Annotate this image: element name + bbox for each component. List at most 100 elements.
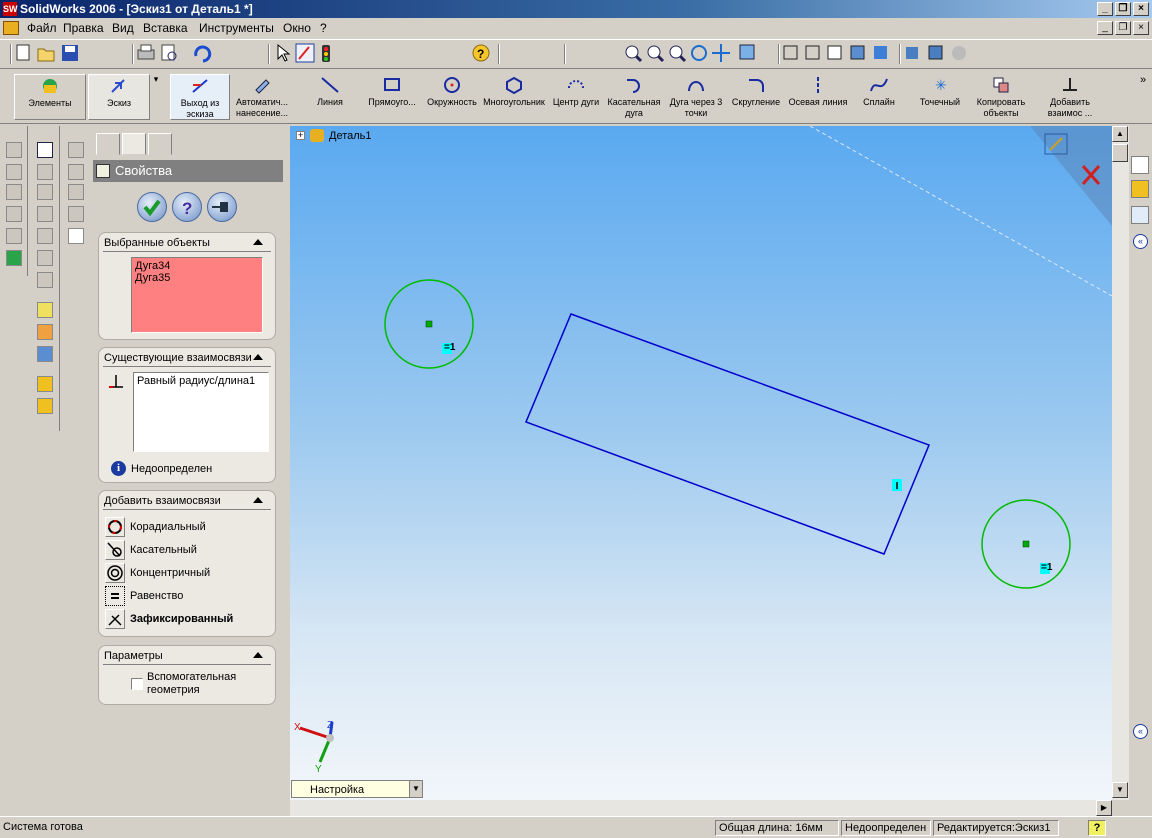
quick-tips-icon[interactable]: ? [1088, 820, 1106, 836]
menu-view[interactable]: Вид [112, 21, 134, 35]
doc-minimize-button[interactable]: _ [1097, 21, 1113, 35]
left-view-icon[interactable] [37, 206, 53, 222]
property-manager-tab[interactable] [122, 133, 146, 155]
sketch-edit-icon[interactable] [295, 43, 315, 63]
toolbar-overflow-icon[interactable]: » [1140, 74, 1146, 86]
extrude-icon[interactable] [6, 142, 22, 158]
auto-dimension-button[interactable]: Автоматич... нанесение... [230, 74, 294, 120]
tree-root-label[interactable]: Деталь1 [329, 130, 372, 142]
mate-reference-icon[interactable] [68, 228, 84, 244]
collapse-arrow-icon[interactable] [253, 497, 263, 503]
circle-button[interactable]: Окружность [420, 74, 484, 120]
chevron-down-icon[interactable]: ▼ [409, 781, 422, 797]
list-item[interactable]: Дуга35 [135, 272, 259, 284]
file-explorer-icon[interactable] [1131, 206, 1149, 224]
list-item[interactable]: Равный радиус/длина1 [137, 375, 265, 387]
zoom-in-out-icon[interactable] [669, 45, 687, 63]
expand-tree-icon[interactable]: + [296, 131, 305, 140]
home-icon[interactable] [1131, 156, 1149, 174]
collapse-arrow-icon[interactable] [253, 652, 263, 658]
layer-icon[interactable] [37, 376, 53, 392]
pan-icon[interactable] [712, 44, 730, 62]
menu-edit[interactable]: Правка [63, 21, 104, 35]
right-view-icon[interactable] [37, 228, 53, 244]
configuration-manager-tab[interactable] [148, 133, 172, 155]
revolve-icon[interactable] [6, 164, 22, 180]
scroll-thumb[interactable] [1112, 144, 1128, 162]
dimension-icon[interactable] [37, 324, 53, 340]
cube-view-icon[interactable] [37, 142, 53, 158]
polygon-button[interactable]: Многоугольник [482, 74, 546, 120]
fillet-button[interactable]: Скругление [724, 74, 788, 120]
wireframe-icon[interactable] [783, 45, 798, 60]
sketch-plane-icon[interactable] [37, 302, 53, 318]
scroll-right-button[interactable]: ▶ [1096, 800, 1112, 816]
minimize-button[interactable]: _ [1097, 2, 1113, 16]
zoom-fit-icon[interactable] [625, 45, 643, 63]
menu-tools[interactable]: Инструменты [199, 21, 274, 35]
sketch-tab[interactable]: Эскиз [88, 74, 150, 120]
collapse-pane-icon[interactable]: « [1133, 234, 1148, 249]
document-icon[interactable] [3, 21, 19, 35]
shaded-edges-icon[interactable] [850, 45, 865, 60]
exit-sketch-button[interactable]: Выход из эскиза [170, 74, 230, 120]
configuration-select[interactable]: Настройка ▼ [291, 780, 423, 798]
construction-checkbox[interactable] [131, 678, 143, 690]
help-icon[interactable]: ? [472, 44, 490, 62]
rotate-icon[interactable] [691, 45, 707, 61]
three-point-arc-button[interactable]: Дуга через 3 точки [664, 74, 728, 120]
scroll-down-button[interactable]: ▼ [1112, 782, 1128, 798]
loft-icon[interactable] [6, 206, 22, 222]
back-view-icon[interactable] [37, 184, 53, 200]
features-tab[interactable]: Элементы [14, 74, 86, 120]
save-icon[interactable] [62, 45, 78, 61]
graphics-area[interactable]: =1 =1 X Z Y + Деталь1 [290, 126, 1112, 800]
print-icon[interactable] [137, 44, 155, 60]
doc-close-button[interactable]: × [1133, 21, 1149, 35]
help-button[interactable]: ? [172, 192, 202, 222]
zoom-area-icon[interactable] [647, 45, 665, 63]
open-icon[interactable] [37, 48, 55, 62]
menu-window[interactable]: Окно [283, 21, 311, 35]
horizontal-scrollbar[interactable]: ▶ [290, 800, 1112, 816]
front-view-icon[interactable] [37, 164, 53, 180]
coordinate-system-icon[interactable] [68, 184, 84, 200]
move-entities-icon[interactable] [37, 346, 53, 362]
circle-center-point[interactable] [1022, 540, 1030, 548]
select-icon[interactable] [277, 43, 291, 62]
line-button[interactable]: Линия [298, 74, 362, 120]
top-view-icon[interactable] [37, 250, 53, 266]
list-item[interactable]: Дуга34 [135, 260, 259, 272]
menu-file[interactable]: Файл [27, 21, 57, 35]
menu-insert[interactable]: Вставка [143, 21, 188, 35]
ref-point-icon[interactable] [68, 206, 84, 222]
existing-relations-list[interactable]: Равный радиус/длина1 [133, 372, 269, 452]
undo-icon[interactable] [194, 45, 212, 63]
sketch-rectangle[interactable] [525, 313, 930, 555]
new-icon[interactable] [16, 44, 30, 61]
sketch-dropdown[interactable]: ▾ [150, 74, 162, 120]
point-button[interactable]: ✳ Точечный [908, 74, 972, 120]
vertical-scrollbar[interactable]: ▲ ▼ [1112, 126, 1129, 800]
collapse-arrow-icon[interactable] [253, 354, 263, 360]
equal-relation-badge[interactable]: =1 [1041, 562, 1052, 573]
print-preview-icon[interactable] [161, 44, 177, 61]
traffic-light-icon[interactable] [322, 45, 330, 62]
circle-center-point[interactable] [425, 320, 433, 328]
equal-relation-badge[interactable]: =1 [444, 342, 455, 353]
shadows-icon[interactable] [906, 47, 918, 59]
expand-pane-icon[interactable]: « [1133, 724, 1148, 739]
close-button[interactable]: × [1133, 2, 1149, 16]
spline-button[interactable]: Сплайн [847, 74, 911, 120]
doc-restore-button[interactable]: ❐ [1115, 21, 1131, 35]
ok-button[interactable] [137, 192, 167, 222]
centerline-button[interactable]: Осевая линия [786, 74, 850, 120]
add-relation-button[interactable]: Добавить взаимос ... [1038, 74, 1102, 120]
plane-icon[interactable] [68, 142, 84, 158]
selected-entities-list[interactable]: Дуга34 Дуга35 [131, 257, 263, 333]
feature-manager-tab[interactable] [96, 133, 120, 155]
restore-button[interactable]: ❐ [1115, 2, 1131, 16]
section-view-icon[interactable] [928, 45, 943, 60]
collapse-arrow-icon[interactable] [253, 239, 263, 245]
copy-entities-button[interactable]: Копировать объекты [969, 74, 1033, 120]
